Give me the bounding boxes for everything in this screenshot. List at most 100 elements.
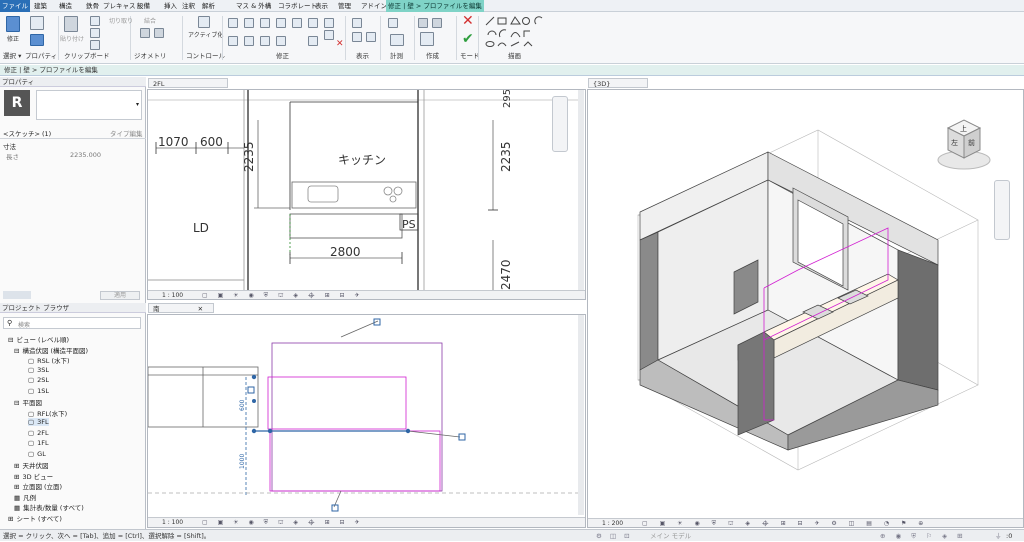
tab-12[interactable]: 管理: [336, 0, 353, 12]
type-selector[interactable]: [36, 90, 142, 120]
select-dropdown[interactable]: 選択 ▾: [3, 50, 21, 62]
browser-item[interactable]: ⊞ 3D ビュー: [14, 471, 53, 481]
browser-item[interactable]: ▢ 1SL: [28, 387, 49, 395]
status-icons-left[interactable]: ⚙ ◫ ⊡: [596, 530, 633, 542]
plan-view[interactable]: 1070 600 2235 2235 2800 2470 295 キッチン LD PS 1 : 1…: [147, 89, 586, 300]
threed-nav-bar[interactable]: [994, 180, 1010, 240]
browser-item[interactable]: ▢ 3FL: [28, 418, 49, 426]
pin-icon[interactable]: [324, 18, 334, 28]
cancel-edit-icon[interactable]: ✕: [462, 14, 474, 28]
elev-view-control-bar[interactable]: 1 : 100 ▢ ▣ ☀ ◉ ⛨ ⛫ ◈ ⌖ ⊞ ⊟ ✈: [148, 517, 585, 527]
scale-icon[interactable]: [308, 36, 318, 46]
offset-icon[interactable]: [244, 18, 254, 28]
properties-help-icon[interactable]: [3, 291, 31, 299]
join-geometry-label[interactable]: 結合: [140, 16, 160, 25]
tab-5[interactable]: 設備: [135, 0, 152, 12]
array-icon[interactable]: [308, 18, 318, 28]
browser-item[interactable]: ▢ 1FL: [28, 439, 49, 447]
create-icon-1[interactable]: [418, 18, 428, 28]
view-icon-2[interactable]: [352, 32, 362, 42]
rotate-icon[interactable]: [260, 36, 270, 46]
draw-tools[interactable]: [484, 15, 548, 49]
viewcube[interactable]: 上 左 前: [934, 114, 994, 174]
plan-scale[interactable]: 1 : 100: [162, 291, 183, 299]
tab-7[interactable]: 注釈: [180, 0, 197, 12]
view-icon-3[interactable]: [366, 32, 376, 42]
tab-elevation-south[interactable]: 南 ✕: [148, 303, 214, 313]
mirror-draw-icon[interactable]: [276, 18, 286, 28]
browser-item[interactable]: ▢ RFL(水下): [28, 408, 67, 418]
tab-13[interactable]: アドイン: [359, 0, 389, 12]
threed-view-controls-icons[interactable]: ▢ ▣ ☀ ◉ ⛨ ⛫ ◈ ⌖ ⊞ ⊟ ✈ ⚙ ◫ ▤ ◔ ⚑ ⊕: [642, 519, 928, 527]
elev-tab-close-icon[interactable]: ✕: [198, 305, 203, 313]
measure-icon[interactable]: [388, 18, 398, 28]
tab-2[interactable]: 構造: [57, 0, 74, 12]
paste-icon[interactable]: [64, 16, 78, 32]
elev-scrollbar[interactable]: [578, 315, 584, 515]
unpin-icon[interactable]: [324, 30, 334, 40]
threed-view[interactable]: 上 左 前 1 : 200 ▢ ▣ ☀ ◉ ⛨ ⛫ ◈ ⌖ ⊞ ⊟ ✈ ⚙ ◫ …: [587, 89, 1024, 528]
elev-view-controls-icons[interactable]: ▢ ▣ ☀ ◉ ⛨ ⛫ ◈ ⌖ ⊞ ⊟ ✈: [202, 518, 364, 527]
threed-view-control-bar[interactable]: 1 : 200 ▢ ▣ ☀ ◉ ⛨ ⛫ ◈ ⌖ ⊞ ⊟ ✈ ⚙ ◫ ▤ ◔ ⚑ …: [588, 518, 1023, 527]
edit-type-button[interactable]: タイプ編集: [110, 128, 143, 138]
browser-item[interactable]: ▢ 2FL: [28, 429, 49, 437]
tab-plan-2fl[interactable]: 2FL: [148, 78, 228, 88]
status-icons-right[interactable]: ⊕ ◉ ⛨ ⚐ ◈ ⊞: [880, 530, 967, 542]
modify-button[interactable]: 修正: [4, 34, 22, 43]
tab-11[interactable]: 表示: [313, 0, 330, 12]
status-model[interactable]: メイン モデル: [650, 530, 691, 542]
tab-14[interactable]: 修正 | 壁 > プロファイルを編集: [386, 0, 484, 12]
mirror-axis-icon[interactable]: [260, 18, 270, 28]
browser-item[interactable]: ▢ RSL (水下): [28, 355, 70, 365]
tab-3d[interactable]: {3D}: [588, 78, 648, 88]
type-selector-arrow[interactable]: ▾: [136, 101, 139, 108]
copy-element-icon[interactable]: [244, 36, 254, 46]
browser-item[interactable]: ⊟ ビュー (レベル順): [8, 334, 69, 344]
browser-item[interactable]: ⊟ 構造伏図 (構造平面図): [14, 345, 88, 355]
cut-geometry-label[interactable]: 切り取り: [108, 16, 134, 25]
plan-nav-bar[interactable]: [552, 96, 568, 152]
match-icon[interactable]: [90, 40, 100, 50]
copy-icon[interactable]: [90, 28, 100, 38]
tab-9[interactable]: マス & 外構: [234, 0, 273, 12]
threed-scale[interactable]: 1 : 200: [602, 519, 623, 527]
project-browser-search[interactable]: ⚲ 検索: [3, 317, 141, 329]
align-icon[interactable]: [228, 18, 238, 28]
dimension-icon[interactable]: [390, 34, 404, 46]
browser-item[interactable]: ▦ 凡例: [14, 492, 36, 502]
properties-icon[interactable]: [30, 16, 44, 30]
geometry-icon-2[interactable]: [154, 28, 164, 38]
tab-3[interactable]: 鉄骨: [84, 0, 101, 12]
cut-icon[interactable]: [90, 16, 100, 26]
browser-item[interactable]: ⊟ 平面図: [14, 397, 42, 407]
plan-scrollbar[interactable]: [578, 90, 584, 290]
plan-view-controls-icons[interactable]: ▢ ▣ ☀ ◉ ⛨ ⛫ ◈ ⌖ ⊞ ⊟ ✈: [202, 291, 364, 299]
tab-0[interactable]: ファイル: [0, 0, 30, 12]
length-param-value[interactable]: 2235.000: [70, 151, 101, 159]
move-icon[interactable]: [228, 36, 238, 46]
delete-icon[interactable]: ✕: [336, 40, 344, 49]
modify-cursor-icon[interactable]: [6, 16, 20, 32]
create-group-icon[interactable]: [420, 32, 434, 46]
activate-dimensions-icon[interactable]: [198, 16, 210, 28]
filter-icon[interactable]: ⏚: [995, 530, 1002, 542]
browser-item[interactable]: ▢ 2SL: [28, 376, 49, 384]
tab-6[interactable]: 挿入: [162, 0, 179, 12]
elevation-view[interactable]: 600 1000 1 : 100 ▢ ▣ ☀ ◉ ⛨ ⛫ ◈ ⌖ ⊞ ⊟ ✈: [147, 314, 586, 528]
browser-item[interactable]: ▢ 3SL: [28, 366, 49, 374]
activate-dimensions-label[interactable]: アクティブ化: [188, 30, 223, 39]
plan-view-control-bar[interactable]: 1 : 100 ▢ ▣ ☀ ◉ ⛨ ⛫ ◈ ⌖ ⊞ ⊟ ✈: [148, 290, 585, 299]
elev-scale[interactable]: 1 : 100: [162, 518, 183, 527]
browser-item[interactable]: ⊞ 立面図 (立面): [14, 481, 62, 491]
trim-icon[interactable]: [276, 36, 286, 46]
geometry-icon-1[interactable]: [140, 28, 150, 38]
view-icon-1[interactable]: [352, 18, 362, 28]
split-icon[interactable]: [292, 18, 302, 28]
type-properties-icon[interactable]: [30, 34, 44, 46]
browser-item[interactable]: ⊞ 天井伏図: [14, 460, 48, 470]
finish-edit-icon[interactable]: ✔: [462, 32, 474, 46]
tab-8[interactable]: 解析: [200, 0, 217, 12]
browser-item[interactable]: ▦ 集計表/数量 (すべて): [14, 502, 84, 512]
create-icon-2[interactable]: [432, 18, 442, 28]
apply-button[interactable]: 適用: [100, 291, 140, 300]
